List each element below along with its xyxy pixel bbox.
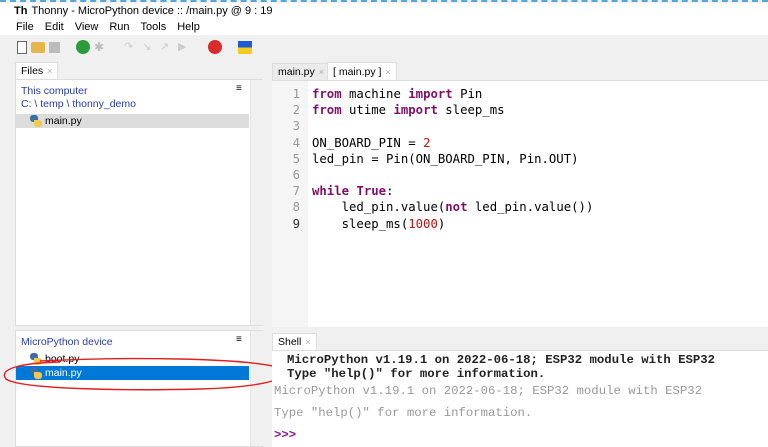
- close-icon[interactable]: ×: [385, 67, 390, 77]
- line-number: 6: [292, 168, 300, 182]
- code-token: while: [312, 184, 350, 199]
- tab-label: main.py: [278, 66, 315, 78]
- line-number: 8: [292, 200, 300, 215]
- run-icon[interactable]: [76, 40, 90, 54]
- tab-label: Files: [21, 65, 44, 77]
- code-token: ): [437, 216, 446, 231]
- shell-prompt[interactable]: >>>: [274, 428, 296, 442]
- code-token: :: [386, 184, 394, 199]
- code-line: led_pin.value(not led_pin.value()): [312, 200, 594, 215]
- device-title: MicroPython device: [21, 336, 113, 348]
- code-line: from utime import sleep_ms: [312, 103, 505, 117]
- save-icon[interactable]: [49, 41, 60, 53]
- shell-output-line: MicroPython v1.19.1 on 2022-06-18; ESP32…: [287, 353, 716, 367]
- shell-output-line: MicroPython v1.19.1 on 2022-06-18; ESP32…: [274, 384, 703, 398]
- code-token: from: [312, 87, 342, 101]
- menu-tools[interactable]: Tools: [141, 21, 167, 33]
- code-token: led_pin.value(: [312, 200, 446, 215]
- this-computer-panel: This computer C: \ temp \ thonny_demo ≡ …: [15, 79, 263, 326]
- file-name: main.py: [45, 115, 82, 127]
- stop-icon[interactable]: [208, 40, 222, 54]
- code-line: led_pin = Pin(ON_BOARD_PIN, Pin.OUT): [312, 152, 579, 166]
- code-token: True: [356, 184, 387, 199]
- title-bar: Th Thonny - MicroPython device :: /main.…: [0, 3, 768, 18]
- new-file-icon[interactable]: [17, 40, 27, 54]
- code-token: from: [312, 103, 342, 118]
- code-token: sleep_ms(: [312, 216, 409, 231]
- tab-label: Shell: [278, 336, 302, 348]
- panel-menu-icon[interactable]: ≡: [236, 334, 242, 345]
- code-token: machine: [341, 87, 409, 101]
- toolbar: ✱ ↷ ↘ ↗ ▶: [0, 36, 768, 58]
- tab-files[interactable]: Files ×: [15, 62, 59, 79]
- debug-icon[interactable]: ✱: [94, 40, 108, 54]
- this-computer-title: This computer: [21, 85, 88, 97]
- code-token: import: [408, 87, 453, 101]
- menu-edit[interactable]: Edit: [45, 21, 64, 33]
- file-item-main-py[interactable]: main.py: [16, 114, 249, 128]
- code-line: sleep_ms(1000): [312, 216, 446, 231]
- code-token: utime: [341, 103, 394, 118]
- line-number: 7: [292, 184, 300, 199]
- step-over-icon[interactable]: ↷: [124, 40, 138, 54]
- resume-icon[interactable]: ▶: [178, 40, 192, 54]
- line-number: 5: [292, 151, 300, 166]
- line-number: 9: [292, 216, 300, 231]
- shell-output-line: Type "help()" for more information.: [274, 406, 533, 420]
- code-token: 1000: [408, 216, 438, 231]
- code-line: ON_BOARD_PIN = 2: [312, 136, 430, 150]
- open-file-icon[interactable]: [31, 41, 45, 53]
- thonny-logo-icon: Th: [14, 4, 28, 17]
- window-title: Thonny - MicroPython device :: /main.py …: [31, 4, 273, 17]
- code-token: import: [393, 103, 438, 118]
- code-token: led_pin = Pin(ON_BOARD_PIN, Pin.OUT): [312, 151, 579, 166]
- shell-console[interactable]: MicroPython v1.19.1 on 2022-06-18; ESP32…: [272, 350, 768, 447]
- scrollbar[interactable]: [250, 80, 263, 325]
- tab-label: [ main.py ]: [333, 65, 382, 78]
- ukraine-flag-icon[interactable]: [238, 40, 252, 54]
- step-out-icon[interactable]: ↗: [160, 40, 174, 54]
- close-icon[interactable]: ×: [305, 337, 310, 347]
- line-number: 1: [292, 87, 300, 101]
- line-number: 2: [292, 103, 300, 118]
- menu-help[interactable]: Help: [177, 21, 200, 33]
- tab-editor-device-main-py[interactable]: [ main.py ] ×: [327, 62, 397, 80]
- menu-run[interactable]: Run: [109, 21, 129, 33]
- code-token: sleep_ms: [437, 103, 505, 118]
- line-number: 3: [292, 119, 300, 134]
- step-into-icon[interactable]: ↘: [142, 40, 156, 54]
- menu-bar: File Edit View Run Tools Help: [0, 18, 768, 35]
- tab-editor-main-py[interactable]: main.py ×: [272, 63, 331, 80]
- code-token: led_pin.value()): [467, 200, 594, 215]
- code-line: from machine import Pin: [312, 87, 482, 101]
- python-file-icon: [30, 115, 42, 127]
- line-number: 4: [292, 135, 300, 150]
- code-token: 2: [423, 135, 431, 150]
- shell-output-line: Type "help()" for more information.: [287, 367, 546, 381]
- close-icon[interactable]: ×: [47, 66, 52, 76]
- code-line: while True:: [312, 184, 393, 198]
- tab-shell[interactable]: Shell ×: [272, 333, 317, 350]
- current-path[interactable]: C: \ temp \ thonny_demo: [21, 98, 136, 110]
- close-icon[interactable]: ×: [319, 67, 324, 77]
- red-annotation-circle: [3, 357, 287, 391]
- code-token: ON_BOARD_PIN =: [312, 135, 424, 150]
- code-editor[interactable]: 1 from machine import Pin 2 from utime impo…: [272, 80, 768, 327]
- panel-menu-icon[interactable]: ≡: [236, 83, 242, 94]
- menu-file[interactable]: File: [16, 21, 34, 33]
- code-token: not: [445, 200, 468, 215]
- code-token: Pin: [452, 87, 483, 101]
- menu-view[interactable]: View: [75, 21, 99, 33]
